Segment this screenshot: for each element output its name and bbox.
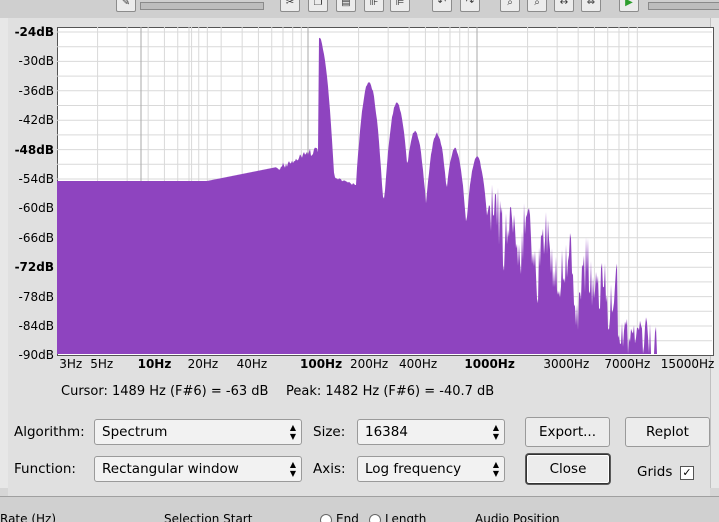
axis-select[interactable]: Log frequency ▲ ▼ xyxy=(357,456,505,482)
x-tick-label: 3Hz xyxy=(59,357,83,371)
algorithm-value: Spectrum xyxy=(102,424,168,440)
playback-speed-slider[interactable] xyxy=(648,2,719,10)
cursor-readout: Cursor: 1489 Hz (F#6) = -63 dB xyxy=(61,384,269,399)
y-tick-label: -78dB xyxy=(18,289,54,304)
size-label: Size: xyxy=(313,424,346,440)
grids-label: Grids xyxy=(637,464,673,480)
select-arrows-icon: ▲ ▼ xyxy=(492,423,500,441)
x-tick-label: 1000Hz xyxy=(464,357,515,371)
x-tick-label: 7000Hz xyxy=(604,357,651,371)
select-arrows-icon: ▲ ▼ xyxy=(492,460,500,478)
x-tick-label: 20Hz xyxy=(187,357,219,371)
grids-checkbox[interactable]: ✓ xyxy=(680,466,694,480)
y-tick-label: -24dB xyxy=(14,25,54,39)
x-tick-label: 200Hz xyxy=(350,357,389,371)
scissors-icon[interactable]: ✂ xyxy=(280,0,300,12)
x-tick-label: 100Hz xyxy=(300,357,343,371)
undo-icon[interactable]: ↶ xyxy=(432,0,452,12)
zoom-out-icon[interactable]: ⌕ xyxy=(527,0,547,12)
y-tick-label: -60dB xyxy=(18,201,54,216)
silence-icon[interactable]: ⊫ xyxy=(390,0,410,12)
close-button[interactable]: Close xyxy=(526,454,610,484)
function-select[interactable]: Rectangular window ▲ ▼ xyxy=(94,456,302,482)
algorithm-select[interactable]: Spectrum ▲ ▼ xyxy=(94,419,302,445)
x-tick-label: 40Hz xyxy=(236,357,268,371)
function-label: Function: xyxy=(14,461,76,477)
function-value: Rectangular window xyxy=(102,461,239,477)
y-tick-label: -66dB xyxy=(18,230,54,245)
y-tick-label: -84dB xyxy=(18,319,54,333)
x-tick-label: 3000Hz xyxy=(543,357,590,371)
copy-icon[interactable]: ❐ xyxy=(308,0,328,12)
mic-icon[interactable]: ✎ xyxy=(116,0,136,12)
selection-toolbar: Rate (Hz) Selection Start End Length Aud… xyxy=(0,496,719,522)
x-tick-label: 15000Hz xyxy=(660,357,715,371)
select-arrows-icon: ▲ ▼ xyxy=(289,423,297,441)
select-arrows-icon: ▲ ▼ xyxy=(289,460,297,478)
size-value: 16384 xyxy=(365,424,408,440)
paste-icon[interactable]: ▤ xyxy=(336,0,356,12)
export-button[interactable]: Export... xyxy=(525,417,610,447)
algorithm-label: Algorithm: xyxy=(14,424,85,440)
x-tick-label: 5Hz xyxy=(90,357,114,371)
trim-icon[interactable]: ⊪ xyxy=(364,0,384,12)
zoom-in-icon[interactable]: ⌕ xyxy=(500,0,520,12)
y-tick-label: -90dB xyxy=(18,348,54,363)
y-tick-label: -72dB xyxy=(14,260,54,275)
volume-slider[interactable] xyxy=(140,2,264,10)
fit-selection-icon[interactable]: ↔ xyxy=(554,0,574,12)
x-tick-label: 400Hz xyxy=(399,357,438,371)
y-tick-label: -36dB xyxy=(18,83,54,98)
peak-readout: Peak: 1482 Hz (F#6) = -40.7 dB xyxy=(286,384,495,399)
fit-project-icon[interactable]: ⇔ xyxy=(581,0,601,12)
x-tick-label: 10Hz xyxy=(137,357,172,371)
y-tick-label: -30dB xyxy=(18,54,54,69)
axis-value: Log frequency xyxy=(365,461,462,477)
spectrum-plot[interactable] xyxy=(57,27,712,354)
y-tick-label: -54dB xyxy=(18,172,54,186)
y-tick-label: -48dB xyxy=(14,142,54,157)
redo-icon[interactable]: ↷ xyxy=(460,0,480,12)
replot-button[interactable]: Replot xyxy=(625,417,710,447)
toolbar-strip: ✎ ✂ ❐ ▤ ⊪ ⊫ ↶ ↷ ⌕ ⌕ ↔ ⇔ ▶ xyxy=(0,0,719,19)
axis-label: Axis: xyxy=(313,461,346,477)
y-tick-label: -42dB xyxy=(18,113,54,128)
play-icon[interactable]: ▶ xyxy=(619,0,639,12)
size-select[interactable]: 16384 ▲ ▼ xyxy=(357,419,505,445)
spectrum-fill xyxy=(57,37,712,354)
